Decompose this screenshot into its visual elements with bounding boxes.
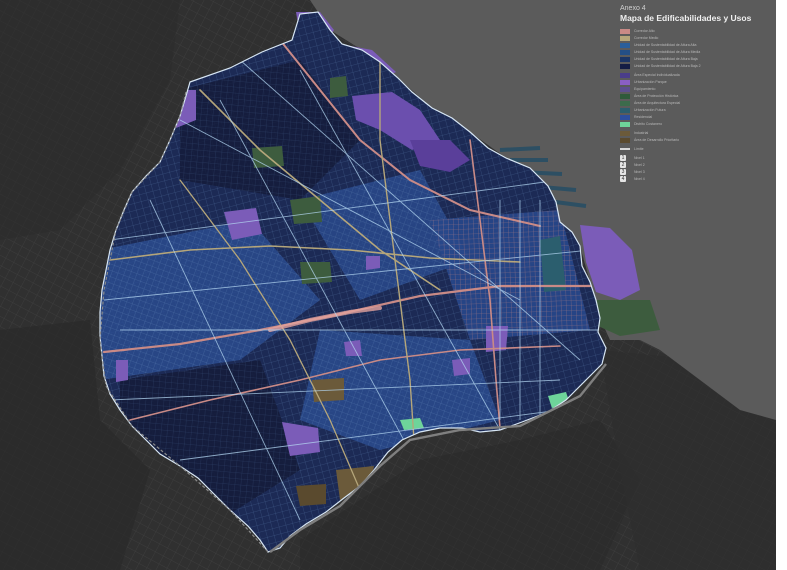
- legend-item: 2 Nivel 2: [620, 162, 772, 168]
- legend-annex: Anexo 4: [620, 5, 646, 12]
- legend-swatch: [620, 28, 630, 34]
- industrial-zone-2: [296, 484, 326, 506]
- legend-swatch: [620, 121, 630, 127]
- legend-item: Unidad de Sustentabilidad de Altura Baja: [620, 56, 772, 62]
- legend-item: Límite: [620, 146, 772, 152]
- legend-label: Límite: [634, 147, 644, 151]
- legend-item: Unidad de Sustentabilidad de Altura Medi…: [620, 49, 772, 55]
- legend-item: 1 Nivel 1: [620, 155, 772, 161]
- legend: Anexo 4 Mapa de Edificabilidades y Usos …: [620, 4, 772, 183]
- legend-item: Urbanización Futura: [620, 107, 772, 113]
- legend-item: Unidad de Sustentabilidad de Altura Baja…: [620, 63, 772, 69]
- legend-swatch: [620, 130, 630, 136]
- legend-swatch: [620, 100, 630, 106]
- legend-label: Nivel 3: [634, 170, 645, 174]
- legend-item: Equipamiento: [620, 86, 772, 92]
- legend-list: Corredor Alto Corredor Medio Unidad de Sus…: [620, 28, 772, 182]
- legend-item: Corredor Alto: [620, 28, 772, 34]
- legend-item: Distrito Costanero: [620, 121, 772, 127]
- legend-swatch: [620, 35, 630, 41]
- legend-label: Residencial: [634, 115, 653, 119]
- legend-label: Área de Arquitectura Especial: [634, 101, 681, 105]
- legend-number-marker: 3: [620, 169, 626, 175]
- legend-label: Nivel 4: [634, 177, 645, 181]
- green-area-4: [330, 76, 348, 98]
- legend-swatch: [620, 114, 630, 120]
- legend-item: Área de Desarrollo Prioritario: [620, 137, 772, 143]
- legend-item: Urbanización Parque: [620, 79, 772, 85]
- legend-label: Corredor Medio: [634, 36, 659, 40]
- legend-item: Área Especial Individualizada: [620, 72, 772, 78]
- legend-swatch: [620, 72, 630, 78]
- legend-swatch: [620, 56, 630, 62]
- green-area-1: [290, 196, 322, 224]
- legend-label: Área de Protección Histórica: [634, 94, 679, 98]
- green-area-2: [300, 262, 332, 284]
- legend-item: 3 Nivel 3: [620, 169, 772, 175]
- legend-label: Urbanización Parque: [634, 80, 667, 84]
- legend-label: Unidad de Sustentabilidad de Altura Baja…: [634, 64, 701, 68]
- legend-swatch: [620, 86, 630, 92]
- legend-label: Industrial: [634, 131, 649, 135]
- legend-title: Mapa de Edificabilidades y Usos: [620, 13, 752, 23]
- legend-swatch: [620, 137, 630, 143]
- legend-number-marker: 1: [620, 155, 626, 161]
- legend-number-marker: 2: [620, 162, 626, 168]
- legend-item: Residencial: [620, 114, 772, 120]
- legend-item: Corredor Medio: [620, 35, 772, 41]
- legend-swatch: [620, 79, 630, 85]
- page-margin: [776, 0, 787, 570]
- legend-swatch: [620, 63, 630, 69]
- map-frame: Anexo 4 Mapa de Edificabilidades y Usos …: [0, 0, 776, 570]
- legend-item: Unidad de Sustentabilidad de Altura Alta: [620, 42, 772, 48]
- legend-swatch: [620, 107, 630, 113]
- legend-swatch: [620, 148, 630, 150]
- legend-item: Área de Arquitectura Especial: [620, 100, 772, 106]
- legend-swatch: [620, 42, 630, 48]
- legend-item: Industrial: [620, 130, 772, 136]
- legend-label: Unidad de Sustentabilidad de Altura Baja: [634, 57, 698, 61]
- park-west-2: [116, 360, 128, 382]
- legend-swatch: [620, 49, 630, 55]
- legend-label: Equipamiento: [634, 87, 656, 91]
- legend-item: Área de Protección Histórica: [620, 93, 772, 99]
- legend-number-marker: 4: [620, 176, 626, 182]
- park-center-4: [366, 256, 380, 270]
- legend-label: Unidad de Sustentabilidad de Altura Alta: [634, 43, 697, 47]
- legend-label: Área Especial Individualizada: [634, 73, 680, 77]
- legend-label: Área de Desarrollo Prioritario: [634, 138, 680, 142]
- legend-label: Unidad de Sustentabilidad de Altura Medi…: [634, 50, 701, 54]
- legend-label: Nivel 1: [634, 156, 645, 160]
- legend-item: 4 Nivel 4: [620, 176, 772, 182]
- park-center-2: [344, 340, 362, 356]
- legend-label: Corredor Alto: [634, 29, 655, 33]
- legend-label: Urbanización Futura: [634, 108, 666, 112]
- legend-swatch: [620, 93, 630, 99]
- legend-label: Nivel 2: [634, 163, 645, 167]
- legend-label: Distrito Costanero: [634, 122, 663, 126]
